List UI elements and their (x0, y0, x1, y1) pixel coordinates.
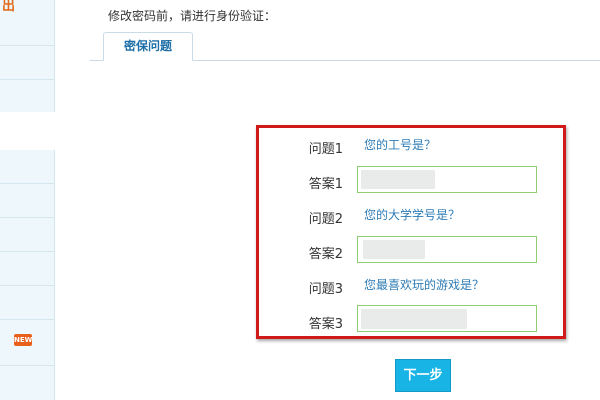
question-3-label: 问题3 (308, 282, 343, 297)
question-1-label: 问题1 (308, 142, 343, 157)
new-badge-icon: NEW (14, 334, 33, 346)
answer-1-label: 答案1 (308, 177, 343, 192)
redacted-answer-1 (361, 170, 435, 189)
page: 出 NEW 修改密码前，请进行身份验证： 密保问题 问题1 您的工号是？ 答案1… (0, 0, 600, 400)
tab-security-question[interactable]: 密保问题 (103, 32, 193, 61)
sidebar-exit-link[interactable]: 出 (2, 0, 15, 14)
sidebar-item[interactable] (0, 366, 54, 400)
redacted-answer-2 (363, 240, 425, 259)
sidebar-item[interactable] (0, 80, 54, 114)
sidebar-item[interactable] (0, 286, 54, 320)
sidebar-group-top (0, 0, 55, 112)
sidebar-item[interactable] (0, 252, 54, 286)
page-intro: 修改密码前，请进行身份验证： (108, 9, 277, 23)
sidebar-item[interactable] (0, 150, 54, 184)
next-step-button[interactable]: 下一步 (395, 359, 451, 392)
question-1-text: 您的工号是？ (364, 138, 437, 152)
sidebar-group-bottom (0, 150, 55, 400)
sidebar-item[interactable] (0, 184, 54, 218)
sidebar: 出 NEW (0, 0, 55, 400)
redacted-answer-3 (361, 309, 467, 329)
sidebar-item[interactable] (0, 46, 54, 80)
answer-2-label: 答案2 (308, 247, 343, 262)
answer-3-label: 答案3 (308, 317, 343, 332)
question-3-text: 您最喜欢玩的游戏是？ (364, 278, 485, 292)
question-2-label: 问题2 (308, 212, 343, 227)
question-2-text: 您的大学学号是？ (364, 208, 461, 222)
sidebar-item[interactable] (0, 218, 54, 252)
